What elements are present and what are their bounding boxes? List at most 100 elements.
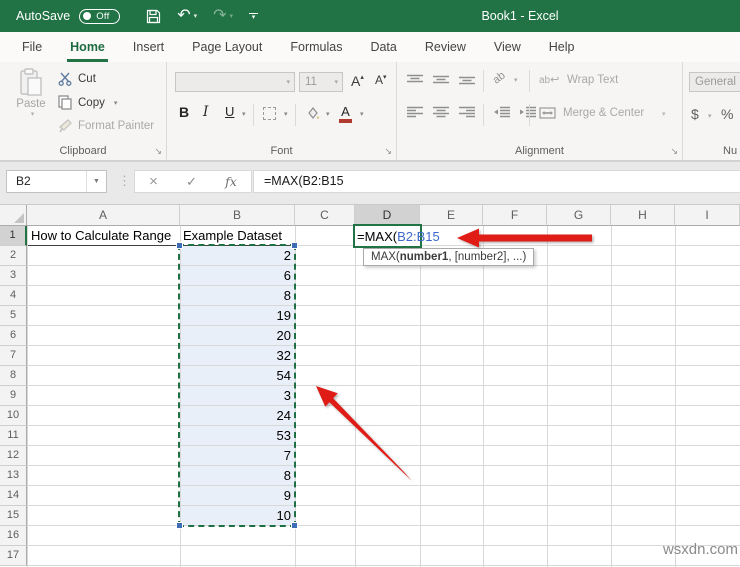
formula-reference: B2:B15 — [397, 228, 440, 244]
save-button[interactable] — [140, 4, 167, 28]
tab-data[interactable]: Data — [356, 32, 410, 62]
currency-format-button[interactable]: $ — [691, 106, 699, 130]
row-header-1[interactable]: 1 — [0, 226, 27, 246]
cell-B1[interactable]: Example Dataset — [180, 226, 295, 246]
selection-handle[interactable] — [176, 522, 183, 529]
tab-insert[interactable]: Insert — [119, 32, 178, 62]
merge-center-icon[interactable] — [539, 107, 556, 119]
tab-help[interactable]: Help — [535, 32, 589, 62]
decrease-indent-icon[interactable] — [493, 106, 510, 118]
orientation-dropdown-icon[interactable]: ▾ — [514, 76, 518, 84]
row-header-2[interactable]: 2 — [0, 246, 27, 266]
column-header-C[interactable]: C — [295, 205, 355, 226]
tab-view[interactable]: View — [480, 32, 535, 62]
font-color-dropdown-icon[interactable]: ▾ — [360, 110, 364, 118]
column-header-E[interactable]: E — [420, 205, 483, 226]
row-header-13[interactable]: 13 — [0, 466, 27, 486]
tab-home[interactable]: Home — [56, 32, 119, 62]
row-header-15[interactable]: 15 — [0, 506, 27, 526]
column-header-G[interactable]: G — [547, 205, 611, 226]
column-header-H[interactable]: H — [611, 205, 675, 226]
wrap-text-button[interactable]: ab↩ — [539, 73, 559, 86]
select-all-corner[interactable] — [0, 205, 27, 226]
autosave-toggle[interactable]: Off — [79, 8, 121, 24]
tab-file[interactable]: File — [8, 32, 56, 62]
fill-color-button[interactable] — [305, 106, 320, 130]
clipboard-dialog-launcher[interactable]: ↘ — [154, 146, 162, 157]
row-header-7[interactable]: 7 — [0, 346, 27, 366]
italic-button[interactable]: I — [203, 104, 208, 128]
align-right-icon[interactable] — [459, 106, 475, 118]
orientation-button[interactable]: ab — [491, 70, 508, 87]
tab-review[interactable]: Review — [411, 32, 480, 62]
underline-dropdown-icon[interactable]: ▾ — [242, 110, 246, 118]
font-name-combo[interactable]: ▾ — [175, 72, 295, 92]
column-header-A[interactable]: A — [27, 205, 180, 226]
row-header-8[interactable]: 8 — [0, 366, 27, 386]
bold-button[interactable]: B — [179, 104, 189, 128]
redo-button[interactable]: ↷ ▾ — [207, 4, 239, 28]
number-format-combo[interactable]: General — [689, 72, 740, 92]
copy-dropdown-icon[interactable]: ▾ — [114, 99, 118, 107]
cut-button[interactable]: Cut — [58, 72, 96, 86]
cancel-icon[interactable]: × — [149, 173, 158, 190]
cell-A1[interactable]: How to Calculate Range — [28, 226, 180, 246]
customize-qat-button[interactable]: ▾ — [243, 4, 264, 28]
grow-font-button[interactable]: A ▴ — [351, 73, 364, 97]
row-header-16[interactable]: 16 — [0, 526, 27, 546]
align-left-icon[interactable] — [407, 106, 423, 118]
column-header-D[interactable]: D — [355, 205, 420, 226]
undo-button[interactable]: ↶ ▾ — [171, 4, 203, 28]
row-header-10[interactable]: 10 — [0, 406, 27, 426]
align-center-icon[interactable] — [433, 106, 449, 118]
row-header-11[interactable]: 11 — [0, 426, 27, 446]
row-header-17[interactable]: 17 — [0, 546, 27, 566]
formula-buttons: × ✓ fx — [134, 170, 252, 193]
row-header-3[interactable]: 3 — [0, 266, 27, 286]
tab-page-layout[interactable]: Page Layout — [178, 32, 276, 62]
name-box[interactable]: B2 ▼ — [6, 170, 107, 193]
row-header-9[interactable]: 9 — [0, 386, 27, 406]
row-header-6[interactable]: 6 — [0, 326, 27, 346]
font-size-combo[interactable]: 11 ▾ — [299, 72, 343, 92]
alignment-dialog-launcher[interactable]: ↘ — [670, 146, 678, 157]
wrap-text-label[interactable]: Wrap Text — [567, 74, 618, 86]
formula-bar-handle[interactable]: ⋮ — [118, 173, 131, 189]
undo-dropdown-icon[interactable]: ▾ — [194, 12, 198, 20]
increase-indent-icon[interactable] — [519, 106, 536, 118]
insert-function-button[interactable]: fx — [225, 174, 237, 189]
selection-handle[interactable] — [176, 242, 183, 249]
paste-button[interactable]: Paste ▾ — [8, 68, 54, 146]
active-cell-editor-D1[interactable]: =MAX(B2:B15 — [353, 224, 440, 248]
formula-input[interactable]: =MAX(B2:B15 — [253, 170, 740, 193]
selection-handle[interactable] — [291, 242, 298, 249]
copy-button[interactable]: Copy ▾ — [58, 95, 117, 110]
fill-color-dropdown-icon[interactable]: ▾ — [326, 110, 330, 118]
font-dialog-launcher[interactable]: ↘ — [384, 146, 392, 157]
paste-dropdown-icon[interactable]: ▾ — [31, 110, 35, 118]
font-color-button[interactable]: A — [339, 104, 352, 128]
enter-icon[interactable]: ✓ — [186, 174, 197, 190]
tab-formulas[interactable]: Formulas — [276, 32, 356, 62]
row-header-5[interactable]: 5 — [0, 306, 27, 326]
format-painter-button[interactable]: Format Painter — [58, 119, 154, 133]
underline-button[interactable]: U — [225, 104, 234, 128]
column-header-B[interactable]: B — [180, 205, 295, 226]
merge-center-label[interactable]: Merge & Center — [563, 107, 644, 119]
row-header-12[interactable]: 12 — [0, 446, 27, 466]
align-middle-icon[interactable] — [433, 74, 449, 85]
borders-button[interactable] — [263, 107, 276, 131]
align-bottom-icon[interactable] — [459, 74, 475, 85]
align-top-icon[interactable] — [407, 74, 423, 85]
row-header-14[interactable]: 14 — [0, 486, 27, 506]
shrink-font-button[interactable]: A ▾ — [375, 73, 387, 97]
name-box-dropdown-icon[interactable]: ▼ — [86, 171, 106, 192]
selection-handle[interactable] — [291, 522, 298, 529]
borders-dropdown-icon[interactable]: ▾ — [284, 110, 288, 118]
column-header-F[interactable]: F — [483, 205, 547, 226]
merge-center-dropdown-icon[interactable]: ▾ — [662, 110, 666, 118]
currency-dropdown-icon[interactable]: ▾ — [708, 112, 712, 120]
percent-format-button[interactable]: % — [721, 106, 733, 130]
column-header-I[interactable]: I — [675, 205, 740, 226]
row-header-4[interactable]: 4 — [0, 286, 27, 306]
